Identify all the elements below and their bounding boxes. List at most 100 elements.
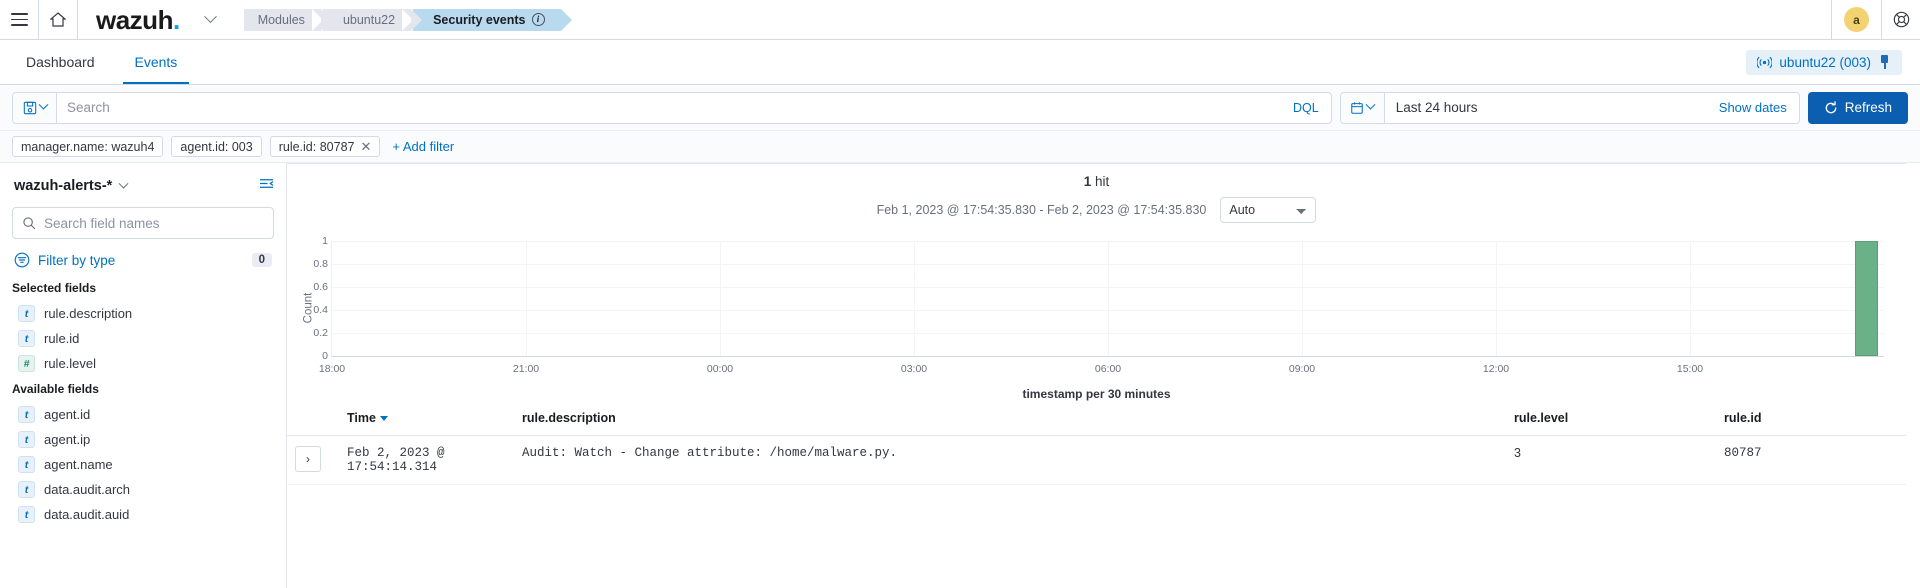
top-header: wazuh. Modules ubuntu22 Security events … xyxy=(0,0,1920,40)
filter-bar: manager.name: wazuh4 agent.id: 003 rule.… xyxy=(0,131,1920,163)
table-cell-time: Feb 2, 2023 @ 17:54:14.314 xyxy=(339,435,514,485)
field-item-rule-level[interactable]: # rule.level xyxy=(12,351,274,376)
table-row: › Feb 2, 2023 @ 17:54:14.314 Audit: Watc… xyxy=(287,435,1906,485)
x-axis-tick-label: 12:00 xyxy=(1482,363,1510,375)
collapse-panel-button[interactable] xyxy=(259,177,274,195)
agent-pill-label: ubuntu22 (003) xyxy=(1779,54,1871,70)
field-type-string-icon: t xyxy=(18,506,35,523)
breadcrumb-item-security-events[interactable]: Security events i xyxy=(402,8,572,31)
y-axis-tick-label: 0.4 xyxy=(313,304,328,316)
interval-select[interactable]: AutoMillisecondSecondMinuteHourlyDailyWe… xyxy=(1220,197,1317,223)
home-button[interactable] xyxy=(39,0,77,39)
home-icon xyxy=(50,12,66,27)
filter-by-type-label: Filter by type xyxy=(38,252,116,268)
field-item-rule-id[interactable]: t rule.id xyxy=(12,326,274,351)
filter-pill-label: agent.id: 003 xyxy=(180,139,253,154)
index-pattern-selector[interactable]: wazuh-alerts-* xyxy=(14,178,112,194)
wazuh-security-events-page: wazuh. Modules ubuntu22 Security events … xyxy=(0,0,1920,588)
chevron-down-icon[interactable] xyxy=(118,178,129,189)
table-header-rule-description[interactable]: rule.description xyxy=(514,401,1506,436)
field-type-string-icon: t xyxy=(18,330,35,347)
date-quick-select-button[interactable] xyxy=(1340,92,1385,123)
table-header-rule-id[interactable]: rule.id xyxy=(1716,401,1906,436)
filter-by-type-button[interactable]: Filter by type 0 xyxy=(12,249,274,271)
x-axis-tick-label: 18:00 xyxy=(318,363,346,375)
logo-dot: . xyxy=(172,4,180,35)
tabbar-spacer xyxy=(205,40,1746,84)
field-item-rule-description[interactable]: t rule.description xyxy=(12,301,274,326)
expand-row-button[interactable]: › xyxy=(295,446,321,472)
breadcrumb-label: ubuntu22 xyxy=(342,12,396,27)
table-cell-rule-id[interactable]: 80787 xyxy=(1716,435,1906,485)
field-search-box xyxy=(12,207,274,239)
x-axis-tick-label: 03:00 xyxy=(900,363,928,375)
y-axis-tick-label: 0.2 xyxy=(313,327,328,339)
table-header-label: rule.description xyxy=(522,411,616,425)
table-header-label: rule.level xyxy=(1514,411,1569,425)
breadcrumb-item-modules[interactable]: Modules xyxy=(243,8,333,31)
show-dates-label: Show dates xyxy=(1718,100,1787,115)
table-header-time[interactable]: Time xyxy=(339,401,514,436)
filter-pill-manager-name[interactable]: manager.name: wazuh4 xyxy=(12,136,164,157)
query-language-button[interactable]: DQL xyxy=(1281,93,1331,123)
table-header-rule-level[interactable]: rule.level xyxy=(1506,401,1716,436)
x-axis-label: timestamp per 30 minutes xyxy=(1022,387,1171,401)
field-item-agent-id[interactable]: t agent.id xyxy=(12,402,274,427)
date-range-display[interactable]: Last 24 hours xyxy=(1385,93,1707,123)
field-item-data-audit-arch[interactable]: t data.audit.arch xyxy=(12,477,274,502)
refresh-button[interactable]: Refresh xyxy=(1807,91,1908,124)
table-cell-level: 3 xyxy=(1506,435,1716,485)
filter-pill-rule-id[interactable]: rule.id: 80787 ✕ xyxy=(269,136,381,157)
wazuh-logo[interactable]: wazuh. xyxy=(78,7,192,33)
hamburger-menu-button[interactable] xyxy=(0,0,38,39)
avatar[interactable]: a xyxy=(1844,7,1869,32)
table-cell-description: Audit: Watch - Change attribute: /home/m… xyxy=(514,435,1506,485)
search-field-names-input[interactable] xyxy=(44,215,264,231)
logo-dropdown-button[interactable] xyxy=(192,0,230,39)
gridline-vertical xyxy=(1108,241,1109,356)
date-range-label: Last 24 hours xyxy=(1395,100,1478,115)
agent-selector-pill[interactable]: ubuntu22 (003) xyxy=(1746,49,1902,75)
search-input[interactable] xyxy=(57,92,1282,123)
collapse-panel-icon xyxy=(260,179,274,188)
field-item-agent-name[interactable]: t agent.name xyxy=(12,452,274,477)
field-type-string-icon: t xyxy=(18,456,35,473)
field-type-string-icon: t xyxy=(18,305,35,322)
close-icon[interactable]: ✕ xyxy=(360,140,371,153)
field-label: rule.level xyxy=(44,356,97,371)
saved-query-button[interactable] xyxy=(13,92,57,123)
tab-dashboard[interactable]: Dashboard xyxy=(14,40,107,84)
chart-plot-area[interactable]: 0 0.2 0.4 0.6 0.8 1 18:00 21:00 00:00 03:00 06:00… xyxy=(313,235,1884,375)
x-axis-tick-label: 00:00 xyxy=(706,363,734,375)
calendar-icon xyxy=(1351,101,1363,114)
field-type-string-icon: t xyxy=(18,431,35,448)
refresh-label: Refresh xyxy=(1844,100,1892,115)
chart-bar[interactable] xyxy=(1854,241,1878,356)
documents-table: Time rule.description rule.level rule.id xyxy=(287,401,1906,485)
breadcrumb-label: Modules xyxy=(257,12,305,27)
field-item-agent-ip[interactable]: t agent.ip xyxy=(12,427,274,452)
filter-pill-agent-id[interactable]: agent.id: 003 xyxy=(171,136,262,157)
saved-query-icon xyxy=(23,101,36,114)
hit-count-value: 1 xyxy=(1083,174,1092,189)
pin-icon[interactable] xyxy=(1878,55,1891,69)
chart-range-row: Feb 1, 2023 @ 17:54:35.830 - Feb 2, 2023… xyxy=(287,189,1906,227)
sort-desc-caret-icon[interactable] xyxy=(379,416,388,422)
search-icon xyxy=(23,217,36,230)
y-axis-tick-label: 0.6 xyxy=(313,281,328,293)
info-circle-icon[interactable]: i xyxy=(531,13,545,26)
query-bar: DQL Last 24 hours Show dates xyxy=(0,85,1920,131)
field-label: agent.name xyxy=(44,457,113,472)
x-axis-tick-label: 09:00 xyxy=(1288,363,1316,375)
page-body: wazuh-alerts-* Search field names Filter… xyxy=(0,163,1920,588)
tab-events[interactable]: Events xyxy=(122,40,190,84)
show-dates-button[interactable]: Show dates xyxy=(1707,93,1799,123)
field-item-data-audit-auid[interactable]: t data.audit.auid xyxy=(12,502,274,527)
table-header-expand xyxy=(287,401,339,436)
y-axis-tick-label: 0 xyxy=(322,350,328,362)
gridline-vertical xyxy=(526,241,527,356)
search-group: DQL xyxy=(12,91,1332,124)
breadcrumb-item-ubuntu22[interactable]: ubuntu22 xyxy=(311,8,423,31)
add-filter-button[interactable]: + Add filter xyxy=(392,139,454,154)
help-button[interactable] xyxy=(1882,0,1920,39)
